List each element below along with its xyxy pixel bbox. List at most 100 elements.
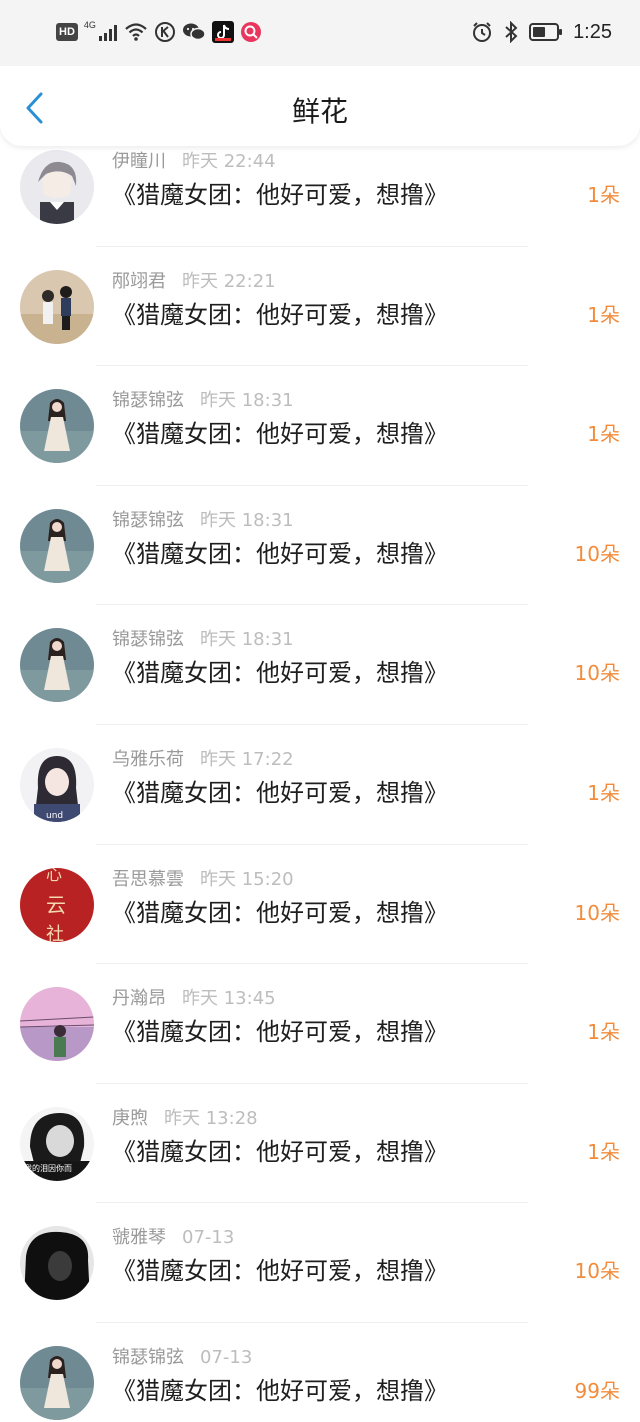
item-time: 昨天 18:31 [200,629,294,651]
book-title: 《猎魔女团：他好可爱，想撸》 [112,1376,448,1405]
item-time: 07-13 [182,1227,235,1249]
item-time: 昨天 13:45 [182,988,276,1010]
flower-count: 10朵 [574,900,620,925]
item-meta: 邴翊君 昨天 22:21 [112,267,276,293]
flower-count: 1朵 [587,183,620,207]
wechat-icon [182,23,206,41]
flower-count: 1朵 [587,1139,620,1164]
avatar[interactable] [20,987,94,1062]
flower-count: 1朵 [587,422,620,447]
svg-text:社: 社 [46,924,64,942]
user-name[interactable]: 丹瀚昂 [112,988,166,1009]
page-title: 鲜花 [291,95,348,128]
clock-time: 1:25 [573,20,612,43]
item-meta: 锦瑟锦弦 昨天 18:31 [112,386,294,412]
item-meta: 伊瞳川 昨天 22:44 [112,147,276,173]
hd-badge: HD [56,23,78,41]
book-title: 《猎魔女团：他好可爱，想撸》 [112,898,448,927]
k-app-icon [154,22,175,42]
list-item[interactable]: und 乌雅乐荷 昨天 17:22 《猎魔女团：他好可爱，想撸》 1朵 [0,725,640,845]
list-item[interactable]: 心云社吾思慕雲 昨天 15:20 《猎魔女团：他好可爱，想撸》 10朵 [0,845,640,965]
avatar[interactable] [20,1226,94,1301]
list-item[interactable]: 锦瑟锦弦 昨天 18:31 《猎魔女团：他好可爱，想撸》 10朵 [0,605,640,725]
flower-count: 1朵 [587,780,620,805]
book-title: 《猎魔女团：他好可爱，想撸》 [112,1018,448,1047]
user-name[interactable]: 吾思慕雲 [112,869,184,890]
network-type-label: 4G [83,20,96,30]
avatar[interactable] [20,508,94,583]
svg-text:und: und [46,811,63,821]
avatar[interactable]: 心云社 [20,867,94,942]
user-name[interactable]: 锦瑟锦弦 [112,510,184,531]
status-left: HD 4G [56,18,262,46]
book-title: 《猎魔女团：他好可爱，想撸》 [112,420,448,449]
screen: HD 4G 1:25 鲜花 伊瞳川 昨天 22:44 《猎魔女团：他好可爱，想撸… [0,0,640,1422]
avatar[interactable]: 我的泪因你而 [20,1106,94,1181]
user-name[interactable]: 锦瑟锦弦 [112,1347,184,1368]
avatar[interactable]: und [20,747,94,822]
flower-count: 99朵 [574,1378,620,1403]
svg-text:云: 云 [46,893,66,917]
user-name[interactable]: 锦瑟锦弦 [112,390,184,411]
flower-count: 10朵 [574,541,620,566]
avatar[interactable] [20,628,94,703]
book-title: 《猎魔女团：他好可爱，想撸》 [112,659,448,688]
user-name[interactable]: 乌雅乐荷 [112,749,184,770]
user-name[interactable]: 庚煦 [112,1108,148,1129]
item-meta: 庚煦 昨天 13:28 [112,1104,258,1130]
item-meta: 丹瀚昂 昨天 13:45 [112,984,276,1010]
avatar[interactable] [20,150,94,224]
book-title: 《猎魔女团：他好可爱，想撸》 [112,539,448,568]
avatar[interactable] [20,1345,94,1420]
battery-icon [529,23,563,41]
item-time: 昨天 13:28 [164,1107,258,1129]
flower-count: 1朵 [587,302,620,327]
item-meta: 锦瑟锦弦 07-13 [112,1343,252,1369]
user-name[interactable]: 锦瑟锦弦 [112,629,184,650]
list-item[interactable]: 我的泪因你而 庚煦 昨天 13:28 《猎魔女团：他好可爱，想撸》 1朵 [0,1084,640,1204]
item-meta: 乌雅乐荷 昨天 17:22 [112,745,294,771]
status-bar: HD 4G 1:25 [0,0,640,66]
list-item[interactable]: 邴翊君 昨天 22:21 《猎魔女团：他好可爱，想撸》 1朵 [0,247,640,367]
flower-count: 10朵 [574,661,620,686]
status-right: 1:25 [471,18,612,46]
list-item[interactable]: 虢雅琴 07-13 《猎魔女团：他好可爱，想撸》 10朵 [0,1203,640,1323]
user-name[interactable]: 虢雅琴 [112,1227,166,1248]
red-app-icon [240,22,261,42]
book-title: 《猎魔女团：他好可爱，想撸》 [112,1137,448,1166]
item-time: 昨天 22:44 [182,151,276,172]
item-time: 昨天 18:31 [200,390,294,412]
item-time: 昨天 18:31 [200,509,294,531]
flower-count: 10朵 [574,1259,620,1284]
list-item[interactable]: 锦瑟锦弦 昨天 18:31 《猎魔女团：他好可爱，想撸》 1朵 [0,366,640,486]
item-time: 07-13 [200,1346,253,1368]
flower-record-list: 伊瞳川 昨天 22:44 《猎魔女团：他好可爱，想撸》 1朵 邴翊君 昨天 22:21 《猎… [0,127,640,1422]
book-title: 《猎魔女团：他好可爱，想撸》 [112,300,448,329]
alarm-icon [473,22,492,42]
tiktok-icon [211,21,234,43]
item-meta: 锦瑟锦弦 昨天 18:31 [112,625,294,651]
avatar[interactable] [20,269,94,344]
svg-text:心: 心 [46,868,62,884]
list-item[interactable]: 锦瑟锦弦 07-13 《猎魔女团：他好可爱，想撸》 99朵 [0,1323,640,1422]
book-title: 《猎魔女团：他好可爱，想撸》 [112,1257,448,1286]
item-meta: 虢雅琴 07-13 [112,1223,234,1249]
avatar[interactable] [20,389,94,464]
item-time: 昨天 22:21 [182,270,276,292]
wifi-icon [125,23,147,41]
svg-text:我的泪因你而: 我的泪因你而 [24,1163,72,1173]
item-time: 昨天 15:20 [200,868,294,890]
signal-icon [98,25,117,41]
user-name[interactable]: 邴翊君 [112,271,166,292]
app-header: 鲜花 [0,66,640,146]
item-meta: 锦瑟锦弦 昨天 18:31 [112,506,294,532]
book-title: 《猎魔女团：他好可爱，想撸》 [112,181,448,209]
bluetooth-icon [505,21,518,43]
list-item[interactable]: 锦瑟锦弦 昨天 18:31 《猎魔女团：他好可爱，想撸》 10朵 [0,486,640,606]
item-meta: 吾思慕雲 昨天 15:20 [112,865,294,891]
list-item[interactable]: 丹瀚昂 昨天 13:45 《猎魔女团：他好可爱，想撸》 1朵 [0,964,640,1084]
item-time: 昨天 17:22 [200,748,294,770]
flower-count: 1朵 [587,1020,620,1045]
book-title: 《猎魔女团：他好可爱，想撸》 [112,778,448,807]
user-name[interactable]: 伊瞳川 [112,151,166,172]
